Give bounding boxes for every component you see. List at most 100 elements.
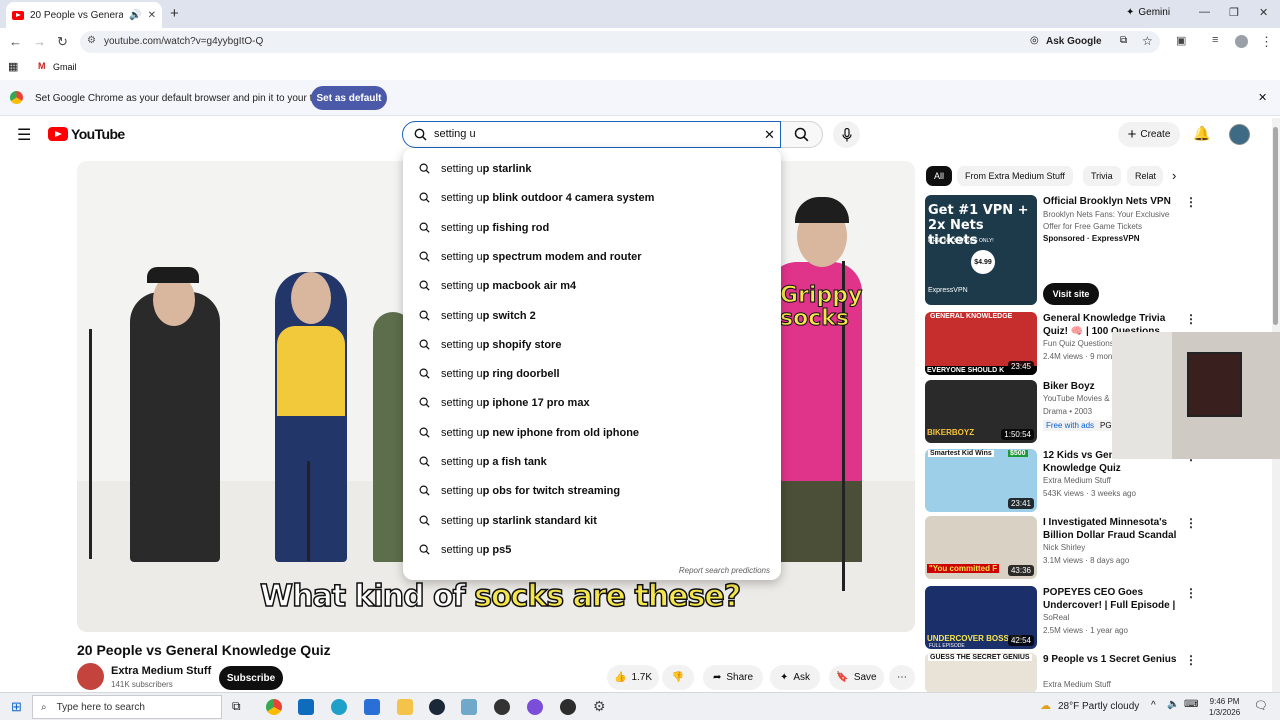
notification-center-icon[interactable]: 🗨 [1254, 699, 1268, 712]
outlook-taskbar-icon[interactable] [298, 699, 314, 715]
youtube-logo[interactable]: YouTube [48, 126, 125, 142]
more-options-icon[interactable]: ⋮ [1185, 653, 1197, 667]
chip-all[interactable]: All [926, 166, 953, 186]
file-explorer-taskbar-icon[interactable] [397, 699, 413, 715]
recommendation-thumbnail[interactable]: Get #1 VPN +2x Nets tickets FIRST 500 SIG… [925, 195, 1037, 305]
save-button[interactable]: 🔖 Save [829, 665, 884, 690]
sidepanel-icon[interactable]: ▣ [1176, 34, 1186, 47]
search-suggestion[interactable]: setting up macbook air m4 [403, 272, 781, 301]
bookmark-gmail[interactable]: Gmail [53, 62, 77, 72]
search-suggestion[interactable]: setting up iphone 17 pro max [403, 389, 781, 418]
maximize-icon[interactable]: ❐ [1229, 6, 1239, 19]
chips-next-chevron-icon[interactable]: › [1172, 168, 1176, 183]
close-window-icon[interactable]: ✕ [1259, 6, 1268, 19]
ask-google-button[interactable]: Ask Google [1046, 36, 1102, 47]
dislike-button[interactable]: 👎 [662, 665, 694, 690]
recommendation-thumbnail[interactable]: Smartest Kid Wins $500 23:41 [925, 449, 1037, 512]
report-predictions-link[interactable]: Report search predictions [679, 566, 770, 575]
page-scrollbar-thumb[interactable] [1273, 127, 1278, 325]
tab-youtube[interactable]: 20 People vs General Know 🔊 ✕ [6, 2, 162, 28]
chip-from-channel[interactable]: From Extra Medium Stuff [957, 166, 1073, 186]
recommendation-item[interactable]: GUESS THE SECRET GENIUS 9 People vs 1 Sec… [925, 653, 1273, 702]
settings-gear-icon[interactable]: ⚙ [593, 698, 606, 715]
back-icon[interactable]: ← [9, 34, 22, 49]
cast-icon[interactable]: ⧉ [1120, 35, 1127, 46]
like-button[interactable]: 👍 1.7K [607, 665, 659, 690]
search-suggestion[interactable]: setting up blink outdoor 4 camera system [403, 184, 781, 213]
recommendation-item[interactable]: "You committed F 43:36 I Investigated Minn… [925, 516, 1273, 579]
site-info-icon[interactable]: ⚙ [87, 35, 96, 46]
recommendation-title[interactable]: 9 People vs 1 Secret Genius [1043, 653, 1183, 666]
apps-grid-icon[interactable]: ▦ [8, 60, 18, 73]
channel-name[interactable]: Extra Medium Stuff [111, 665, 211, 677]
weather-text[interactable]: 28°F Partly cloudy [1058, 701, 1139, 712]
taskbar-clock[interactable]: 9:46 PM 1/3/2026 [1209, 696, 1240, 718]
taskbar-search-box[interactable]: ⌕ Type here to search [32, 695, 222, 719]
infobar-close-icon[interactable]: ✕ [1258, 91, 1267, 104]
chrome-menu-icon[interactable]: ⋮ [1260, 34, 1273, 50]
more-actions-button[interactable]: ⋯ [889, 665, 915, 690]
chip-trivia[interactable]: Trivia [1083, 166, 1121, 186]
chip-related[interactable]: Relat [1127, 166, 1163, 186]
set-as-default-button[interactable]: Set as default [311, 86, 387, 110]
more-options-icon[interactable]: ⋮ [1185, 586, 1197, 600]
recommendation-item[interactable]: UNDERCOVER BOSS US FULL EPISODE 42:54 POPEY… [925, 586, 1273, 649]
search-button[interactable] [781, 121, 823, 148]
new-tab-button[interactable]: + [170, 5, 179, 22]
hamburger-menu-icon[interactable]: ☰ [17, 125, 31, 145]
steam-taskbar-icon[interactable] [429, 699, 445, 715]
edge-taskbar-icon[interactable] [331, 699, 347, 715]
recommendation-title[interactable]: POPEYES CEO Goes Undercover! | Full Epis… [1043, 586, 1183, 612]
app-taskbar-icon[interactable] [461, 699, 477, 715]
search-suggestion[interactable]: setting up spectrum modem and router [403, 243, 781, 272]
recommendation-channel[interactable]: YouTube Movies & T [1043, 394, 1117, 403]
audio-icon[interactable]: 🔊 [129, 10, 141, 21]
search-suggestion[interactable]: setting up shopify store [403, 331, 781, 360]
recommendation-thumbnail[interactable]: UNDERCOVER BOSS US FULL EPISODE 42:54 [925, 586, 1037, 649]
volume-icon[interactable]: 🔈 [1167, 699, 1179, 710]
obs-taskbar-icon[interactable] [494, 699, 510, 715]
search-suggestion[interactable]: setting up a fish tank [403, 448, 781, 477]
forward-icon[interactable]: → [33, 34, 46, 49]
recommendation-title[interactable]: I Investigated Minnesota's Billion Dolla… [1043, 516, 1183, 542]
nvidia-taskbar-icon[interactable] [560, 699, 576, 715]
subscribe-button[interactable]: Subscribe [219, 666, 283, 690]
search-suggestion[interactable]: setting up new iphone from old iphone [403, 419, 781, 448]
recommendation-channel[interactable]: Extra Medium Stuff [1043, 476, 1111, 485]
windows-start-icon[interactable]: ⊞ [11, 699, 22, 715]
recommendation-channel[interactable]: Fun Quiz Questions [1043, 339, 1114, 348]
tab-close-icon[interactable]: ✕ [148, 10, 156, 21]
search-suggestion[interactable]: setting up ring doorbell [403, 360, 781, 389]
bookmark-star-icon[interactable]: ☆ [1142, 34, 1153, 48]
task-view-icon[interactable]: ⧉ [232, 699, 241, 714]
share-button[interactable]: ➦ Share [703, 665, 763, 690]
notifications-bell-icon[interactable]: 🔔 [1193, 125, 1210, 142]
account-avatar[interactable] [1229, 124, 1250, 145]
more-options-icon[interactable]: ⋮ [1185, 195, 1197, 209]
minimize-icon[interactable]: — [1199, 6, 1210, 18]
create-button[interactable]: + Create [1118, 122, 1180, 147]
ask-button[interactable]: ✦ Ask [770, 665, 820, 690]
clear-search-icon[interactable]: ✕ [764, 127, 775, 143]
search-suggestion[interactable]: setting up ps5 [403, 536, 781, 565]
recommendation-channel[interactable]: SoReal [1043, 613, 1069, 622]
recommendation-thumbnail[interactable]: "You committed F 43:36 [925, 516, 1037, 579]
reload-icon[interactable]: ↻ [57, 34, 68, 50]
search-input[interactable]: setting u ✕ [402, 121, 781, 148]
recommendation-title[interactable]: Official Brooklyn Nets VPN [1043, 195, 1183, 208]
recommendation-thumbnail[interactable]: GUESS THE SECRET GENIUS [925, 653, 1037, 693]
recommendation-thumbnail[interactable]: GENERAL KNOWLEDGE EVERYONE SHOULD K 23:45 [925, 312, 1037, 375]
recommendation-thumbnail[interactable]: BIKERBOYZ 1:50:54 [925, 380, 1037, 443]
gemini-button[interactable]: ✦ Gemini [1126, 7, 1170, 18]
discord-taskbar-icon[interactable] [527, 699, 543, 715]
store-taskbar-icon[interactable] [364, 699, 380, 715]
recommendation-item[interactable]: Get #1 VPN +2x Nets tickets FIRST 500 SIG… [925, 195, 1273, 305]
profile-avatar[interactable] [1235, 35, 1248, 48]
address-bar[interactable]: ⚙ youtube.com/watch?v=g4yybgItO-Q ◎ Ask … [80, 31, 1160, 53]
more-options-icon[interactable]: ⋮ [1185, 312, 1197, 326]
search-suggestion[interactable]: setting up switch 2 [403, 302, 781, 331]
media-icon[interactable]: ≡ [1212, 34, 1218, 46]
recommendation-channel[interactable]: Nick Shirley [1043, 543, 1085, 552]
chrome-taskbar-icon[interactable] [266, 699, 282, 715]
search-suggestion[interactable]: setting up obs for twitch streaming [403, 477, 781, 506]
